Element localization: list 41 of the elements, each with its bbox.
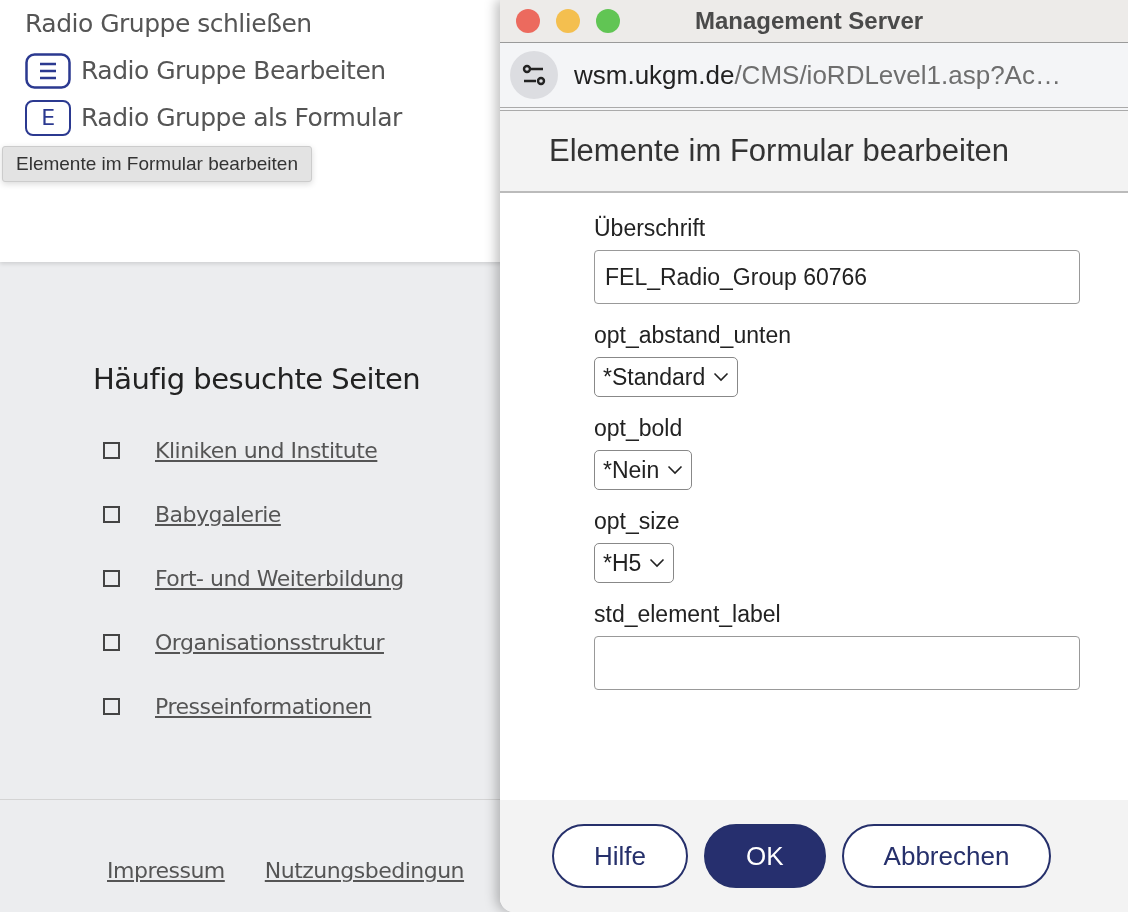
dialog-button[interactable]: Hilfe xyxy=(552,824,688,888)
settings-icon[interactable] xyxy=(510,51,558,99)
window-title: Management Server xyxy=(695,7,924,35)
text-field[interactable]: FEL_Radio_Group 60766 xyxy=(594,250,1080,304)
field-label: Überschrift xyxy=(594,215,707,242)
square-bullet-icon xyxy=(103,569,120,587)
select-field[interactable]: *H5 xyxy=(594,543,675,583)
field-label: std_element_label xyxy=(594,601,782,628)
page-link[interactable]: Presseinformationen xyxy=(155,693,372,719)
tooltip: Elemente im Formular bearbeiten xyxy=(2,146,312,182)
square-bullet-icon xyxy=(103,633,120,651)
form-icon[interactable]: E xyxy=(25,99,71,136)
menu-item[interactable]: Radio Gruppe als Formular xyxy=(81,103,402,132)
url-path: /CMS/ioRDLevel1.asp?Ac… xyxy=(734,59,1061,90)
menu-item[interactable]: Radio Gruppe schließen xyxy=(25,9,312,38)
select-field[interactable]: *Standard xyxy=(594,357,739,397)
chevron-down-icon[interactable] xyxy=(649,558,666,568)
section-title: Häufig besuchte Seiten xyxy=(93,362,421,396)
footer-link[interactable]: Impressum xyxy=(107,858,225,883)
field-label: opt_abstand_unten xyxy=(594,322,792,349)
list-icon[interactable] xyxy=(25,52,71,89)
chevron-down-icon[interactable] xyxy=(713,372,730,382)
page-link[interactable]: Organisationsstruktur xyxy=(155,629,384,655)
square-bullet-icon xyxy=(103,505,120,523)
close-button[interactable] xyxy=(516,9,540,33)
square-bullet-icon xyxy=(103,697,120,715)
chevron-down-icon[interactable] xyxy=(667,465,684,475)
page-link[interactable]: Fort- und Weiterbildung xyxy=(155,565,404,591)
square-bullet-icon xyxy=(103,441,120,459)
field-label: opt_bold xyxy=(594,415,684,442)
select-field[interactable]: *Nein xyxy=(594,450,693,490)
page-link[interactable]: Kliniken und Institute xyxy=(155,437,378,463)
dialog-title: Elemente im Formular bearbeiten xyxy=(549,133,1010,169)
text-field[interactable] xyxy=(594,636,1080,690)
dialog-button[interactable]: OK xyxy=(704,824,826,888)
field-label: opt_size xyxy=(594,508,681,535)
footer-link[interactable]: Nutzungsbedingun xyxy=(264,858,465,883)
page-link[interactable]: Babygalerie xyxy=(155,501,281,527)
dialog-button[interactable]: Abbrechen xyxy=(841,824,1052,888)
menu-item[interactable]: Radio Gruppe Bearbeiten xyxy=(81,56,386,85)
url-domain: wsm.ukgm.de xyxy=(574,59,735,90)
